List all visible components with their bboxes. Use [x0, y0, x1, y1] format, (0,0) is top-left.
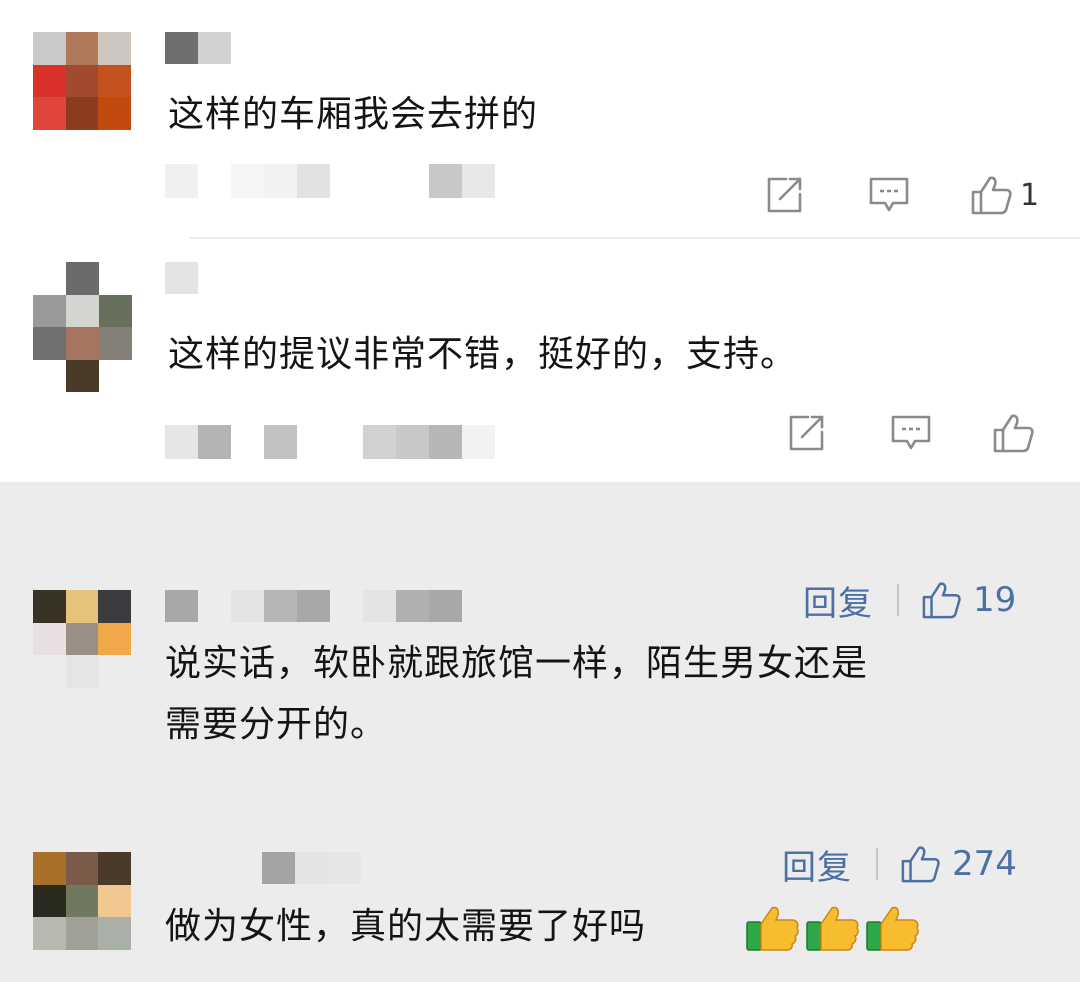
avatar[interactable]: [33, 32, 131, 130]
separator: [897, 584, 899, 616]
comment-text-line-2: 需要分开的。: [165, 704, 388, 745]
comment-text: 这样的车厢我会去拼的: [168, 94, 539, 135]
comment-icon[interactable]: [890, 413, 932, 453]
comment-text: 这样的提议非常不错，挺好的，支持。: [168, 334, 798, 375]
comment-meta-blurred: [165, 164, 495, 198]
avatar[interactable]: [33, 852, 131, 950]
username-blurred[interactable]: [165, 590, 462, 622]
like-count: 19: [973, 580, 1017, 620]
thumbs-up-emoji: [866, 906, 919, 951]
thumbs-up-emoji: [806, 906, 859, 951]
comment-actions: 回复 274: [782, 844, 1017, 888]
comment-actions: [786, 412, 1042, 454]
comment-meta-blurred: [165, 425, 495, 459]
thumbs-up-emoji: [746, 906, 799, 951]
thumbs-up-icon[interactable]: [970, 174, 1014, 216]
username-blurred[interactable]: [165, 32, 231, 64]
comment-text-line-1: 说实话，软卧就跟旅馆一样，陌生男女还是: [165, 643, 869, 684]
username-blurred[interactable]: [165, 262, 198, 294]
thumbs-up-icon[interactable]: [921, 580, 963, 620]
comment-text: 做为女性，真的太需要了好吗: [165, 906, 647, 947]
comment-actions: 回复 19: [803, 580, 1017, 624]
share-icon[interactable]: [786, 413, 826, 453]
divider: [190, 237, 1080, 239]
comment-list-bottom: 回复 19 说实话，软卧就跟旅馆一样，陌生男女还是 需要分开的。 回复 274 …: [0, 482, 1080, 982]
thumbs-up-icon[interactable]: [900, 844, 942, 884]
separator: [876, 848, 878, 880]
reply-button[interactable]: 回复: [782, 840, 852, 889]
comment-icon[interactable]: [868, 175, 910, 215]
emoji-group: [746, 904, 920, 952]
share-icon[interactable]: [764, 175, 804, 215]
comment-actions: 1: [764, 174, 1039, 216]
reply-button[interactable]: 回复: [803, 576, 873, 625]
comment-list-top: 这样的车厢我会去拼的 1 这样的提议非常不错，挺好的，支持。: [0, 0, 1080, 480]
like-count: 274: [952, 844, 1017, 884]
avatar[interactable]: [33, 590, 131, 688]
thumbs-up-icon[interactable]: [992, 412, 1036, 454]
avatar[interactable]: [33, 262, 132, 392]
like-count: 1: [1020, 177, 1040, 213]
username-blurred[interactable]: [262, 852, 361, 884]
